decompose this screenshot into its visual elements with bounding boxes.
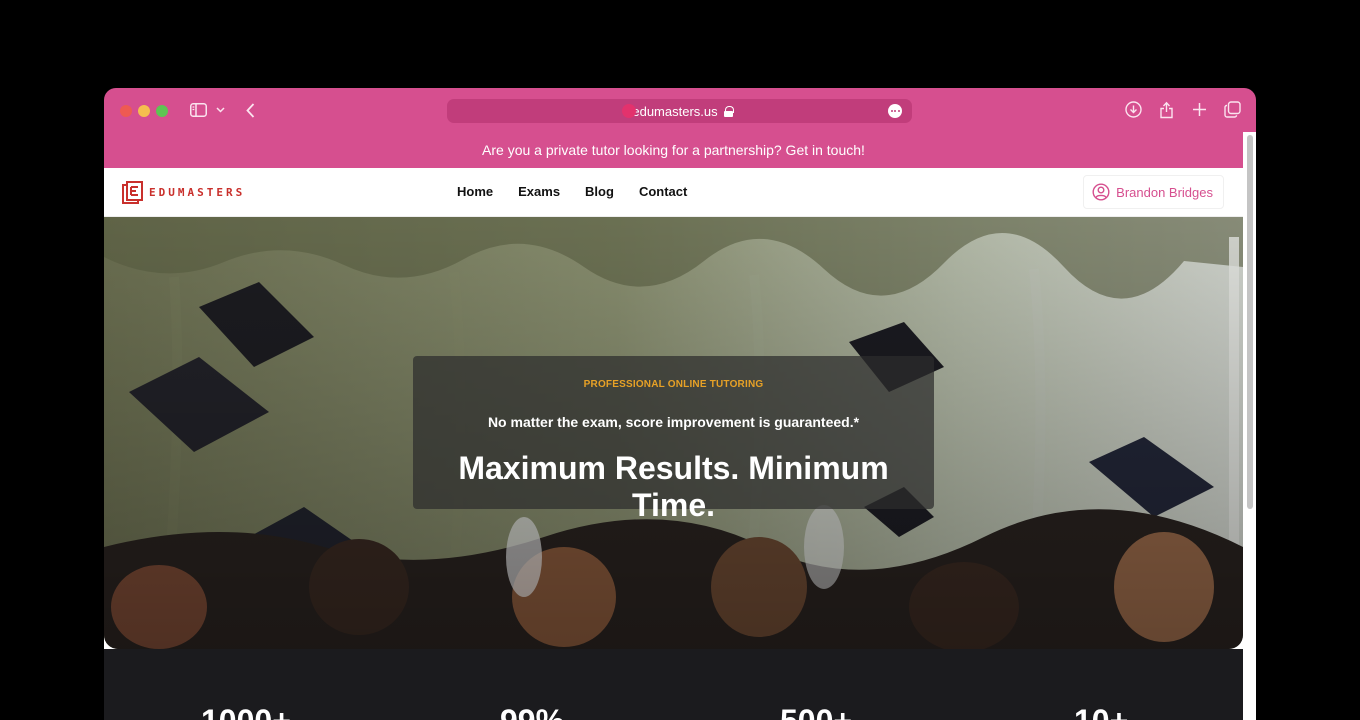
lock-icon xyxy=(723,105,734,117)
hero-section: PROFESSIONAL ONLINE TUTORING No matter t… xyxy=(104,217,1243,649)
hero-subtitle: No matter the exam, score improvement is… xyxy=(487,414,860,430)
browser-toolbar: edumasters.us xyxy=(104,88,1256,132)
site-logo[interactable]: EDUMASTERS xyxy=(122,181,245,204)
hero-eyebrow: PROFESSIONAL ONLINE TUTORING xyxy=(583,379,764,390)
stat-value: 10+ xyxy=(1074,703,1128,720)
more-options-icon[interactable] xyxy=(888,104,902,118)
nav-link-home[interactable]: Home xyxy=(457,184,493,199)
promo-banner[interactable]: Are you a private tutor looking for a pa… xyxy=(104,132,1243,168)
chevron-down-icon[interactable] xyxy=(214,100,226,120)
page-viewport: Are you a private tutor looking for a pa… xyxy=(104,132,1243,720)
main-nav: Home Exams Blog Contact xyxy=(457,184,687,199)
hero-card: PROFESSIONAL ONLINE TUTORING No matter t… xyxy=(413,356,934,523)
stat-value: 99% xyxy=(500,703,564,720)
tab-overview-icon[interactable] xyxy=(1223,100,1242,119)
site-navbar: EDUMASTERS Home Exams Blog Contact Brand… xyxy=(104,168,1243,217)
download-icon[interactable] xyxy=(1124,100,1143,119)
back-arrow-icon[interactable] xyxy=(242,100,258,120)
logo-icon xyxy=(122,181,143,204)
site-favicon-icon xyxy=(622,104,636,118)
user-circle-icon xyxy=(1092,183,1110,201)
address-bar[interactable]: edumasters.us xyxy=(447,99,912,123)
nav-link-contact[interactable]: Contact xyxy=(639,184,687,199)
nav-link-exams[interactable]: Exams xyxy=(518,184,560,199)
user-name: Brandon Bridges xyxy=(1116,184,1213,200)
zoom-window-button[interactable] xyxy=(156,105,168,117)
stat-value: 500+ xyxy=(780,703,852,720)
new-tab-icon[interactable] xyxy=(1190,100,1209,119)
scrollbar-thumb[interactable] xyxy=(1247,135,1253,509)
share-icon[interactable] xyxy=(1157,100,1176,119)
browser-window: edumasters.us Are you a private tutor lo… xyxy=(104,88,1256,720)
hero-title: Maximum Results. Minimum Time. xyxy=(458,450,889,523)
stats-section: 1000+ 99% 500+ 10+ xyxy=(104,649,1243,720)
close-window-button[interactable] xyxy=(120,105,132,117)
user-account-button[interactable]: Brandon Bridges xyxy=(1083,175,1224,209)
sidebar-icon[interactable] xyxy=(188,100,208,120)
url-text: edumasters.us xyxy=(632,103,718,119)
logo-text: EDUMASTERS xyxy=(149,186,246,199)
stat-value: 1000+ xyxy=(201,703,291,720)
minimize-window-button[interactable] xyxy=(138,105,150,117)
promo-text[interactable]: Are you a private tutor looking for a pa… xyxy=(482,142,865,158)
nav-link-blog[interactable]: Blog xyxy=(585,184,614,199)
page-scrollbar[interactable] xyxy=(1243,132,1256,720)
